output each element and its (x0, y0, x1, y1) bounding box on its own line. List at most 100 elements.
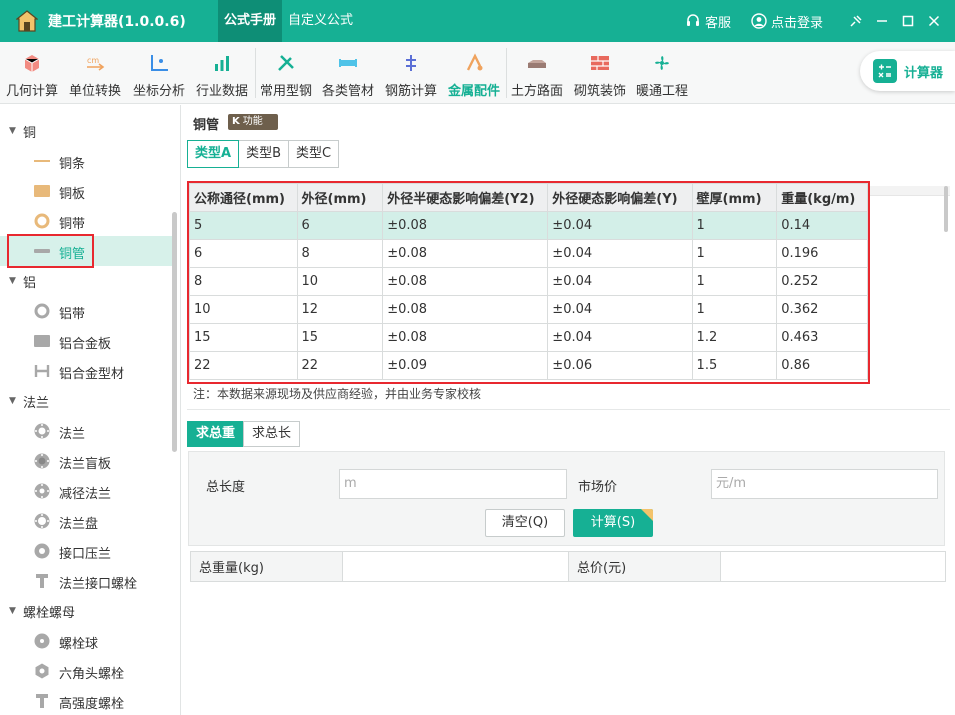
sidebar-item-flange-disc[interactable]: 法兰盘 (0, 506, 172, 536)
col-header[interactable]: 壁厚(mm) (691, 183, 778, 212)
table-row[interactable]: 5 6 ±0.08 ±0.04 1 0.14 (189, 211, 868, 240)
spec-table: 公称通径(mm) 外径(mm) 外径半硬态影响偏差(Y2) 外径硬态影响偏差(Y… (189, 183, 868, 380)
flange-icon (34, 483, 50, 499)
caret-down-icon: ▼ (9, 396, 16, 406)
col-header[interactable]: 外径半硬态影响偏差(Y2) (382, 183, 549, 212)
plate-shape-icon (34, 335, 50, 347)
sidebar-scrollbar[interactable] (172, 212, 177, 452)
main-content: 铜管 K 功能 类型A 类型B 类型C 公称通径(mm) 外径(mm) 外径半硬态… (182, 105, 955, 715)
col-header[interactable]: 外径硬态影响偏差(Y) (547, 183, 693, 212)
sidebar-item-bolt-ball[interactable]: 螺栓球 (0, 626, 172, 656)
ring-shape-icon (34, 213, 50, 229)
sidebar: ▼ 铜 铜条 铜板 铜带 铜管 ▼ 铝 铝带 铝合金板 铝合金型材 ▼ 法兰 法… (0, 105, 181, 715)
tool-earthwork[interactable]: 土方路面 (509, 42, 565, 104)
cube-icon (24, 55, 40, 72)
sidebar-item-flange-bolt[interactable]: 法兰接口螺栓 (0, 566, 172, 596)
total-price-value (720, 551, 946, 582)
length-label: 总长度 (206, 480, 246, 495)
bar-shape-icon (34, 160, 50, 162)
price-label: 市场价 (578, 480, 618, 495)
road-icon (528, 60, 546, 68)
tool-geometry[interactable]: 几何计算 (4, 42, 60, 104)
sidebar-item-reducing-flange[interactable]: 减径法兰 (0, 476, 172, 506)
tab-custom-formula[interactable]: 自定义公式 (282, 0, 359, 42)
sidebar-item-hex-bolt[interactable]: 六角头螺栓 (0, 656, 172, 686)
tab-type-a[interactable]: 类型A (187, 140, 240, 168)
tool-industry-data[interactable]: 行业数据 (194, 42, 250, 104)
table-row[interactable]: 15 15 ±0.08 ±0.04 1.2 0.463 (189, 323, 868, 352)
calc-form-panel: 总长度 m 市场价 元/m 清空(Q) 计算(S) (188, 451, 945, 546)
sidebar-item-high-strength-bolt[interactable]: 高强度螺栓 (0, 686, 172, 715)
tab-total-length[interactable]: 求总长 (243, 421, 301, 447)
sidebar-group-flange[interactable]: ▼ 法兰 (0, 386, 49, 416)
tool-pipes[interactable]: 各类管材 (320, 42, 376, 104)
minimize-button[interactable] (869, 0, 895, 42)
col-header[interactable]: 外径(mm) (296, 183, 384, 212)
close-button[interactable] (921, 0, 947, 42)
col-header[interactable]: 公称通径(mm) (189, 183, 298, 212)
tool-steel[interactable]: 常用型钢 (258, 42, 314, 104)
sidebar-item-gland[interactable]: 接口压兰 (0, 536, 172, 566)
sidebar-group-aluminum[interactable]: ▼ 铝 (0, 266, 36, 296)
calculator-icon (873, 59, 897, 83)
result-table: 总重量(kg) 总价(元) (190, 551, 946, 582)
tool-rebar[interactable]: 钢筋计算 (383, 42, 439, 104)
clear-button[interactable]: 清空(Q) (485, 509, 565, 537)
sidebar-item-aluminum-strip[interactable]: 铝带 (0, 296, 172, 326)
caret-down-icon: ▼ (9, 126, 16, 136)
ring-shape-icon (34, 303, 50, 319)
table-row[interactable]: 10 12 ±0.08 ±0.04 1 0.362 (189, 295, 868, 324)
corner-badge-icon (641, 509, 653, 521)
calc-mode-tabs: 求总重 求总长 (187, 421, 301, 447)
house-logo-icon (16, 10, 38, 32)
sidebar-group-bolts-nuts[interactable]: ▼ 螺栓螺母 (0, 596, 75, 626)
tab-type-c[interactable]: 类型C (287, 140, 340, 168)
type-tabs: 类型A 类型B 类型C (187, 140, 340, 168)
tab-formula-manual[interactable]: 公式手册 (218, 0, 283, 42)
sidebar-item-copper-plate[interactable]: 铜板 (0, 176, 172, 206)
table-scrollbar[interactable] (944, 186, 948, 232)
gland-icon (34, 543, 50, 559)
user-icon (751, 13, 767, 29)
tool-unit-convert[interactable]: cm 单位转换 (67, 42, 123, 104)
bar-chart-icon (215, 56, 229, 71)
col-header[interactable]: 重量(kg/m) (776, 183, 868, 212)
table-row[interactable]: 6 8 ±0.08 ±0.04 1 0.196 (189, 239, 868, 268)
tab-type-b[interactable]: 类型B (238, 140, 289, 168)
pin-button[interactable] (843, 0, 869, 42)
tool-coordinate[interactable]: 坐标分析 (131, 42, 187, 104)
calculate-button[interactable]: 计算(S) (573, 509, 653, 537)
blind-flange-icon (34, 453, 50, 469)
table-row[interactable]: 8 10 ±0.08 ±0.04 1 0.252 (189, 267, 868, 296)
tool-masonry[interactable]: 砌筑装饰 (572, 42, 628, 104)
hex-nut-icon (35, 663, 49, 679)
sidebar-item-copper-bar[interactable]: 铜条 (0, 146, 172, 176)
maximize-button[interactable] (895, 0, 921, 42)
calculator-button[interactable]: 计算器 (860, 51, 955, 91)
k-icon: K (232, 116, 240, 127)
section-divider (187, 409, 950, 410)
sidebar-item-blind-flange[interactable]: 法兰盲板 (0, 446, 172, 476)
fan-icon (655, 56, 669, 70)
service-link[interactable]: 客服 (685, 12, 731, 31)
price-input[interactable]: 元/m (711, 469, 938, 499)
login-link[interactable]: 点击登录 (751, 12, 823, 31)
sidebar-group-copper[interactable]: ▼ 铜 (0, 116, 36, 146)
brick-icon (591, 56, 609, 70)
length-input[interactable]: m (339, 469, 567, 499)
login-label: 点击登录 (770, 15, 823, 31)
rebar-icon (406, 55, 416, 71)
metal-parts-icon (466, 53, 483, 71)
table-row[interactable]: 22 22 ±0.09 ±0.06 1.5 0.86 (189, 351, 868, 380)
function-badge[interactable]: K 功能 (228, 114, 278, 130)
sidebar-item-aluminum-plate[interactable]: 铝合金板 (0, 326, 172, 356)
selection-highlight-box (7, 234, 94, 268)
pipe-icon (339, 59, 357, 67)
sidebar-item-aluminum-profile[interactable]: 铝合金型材 (0, 356, 172, 386)
tool-hvac[interactable]: 暖通工程 (634, 42, 690, 104)
sidebar-item-copper-strip[interactable]: 铜带 (0, 206, 172, 236)
tool-metal-parts[interactable]: 金属配件 (446, 42, 502, 104)
sidebar-item-flange[interactable]: 法兰 (0, 416, 172, 446)
spec-table-container: 公称通径(mm) 外径(mm) 外径半硬态影响偏差(Y2) 外径硬态影响偏差(Y… (187, 181, 870, 384)
tab-total-weight[interactable]: 求总重 (187, 421, 245, 447)
